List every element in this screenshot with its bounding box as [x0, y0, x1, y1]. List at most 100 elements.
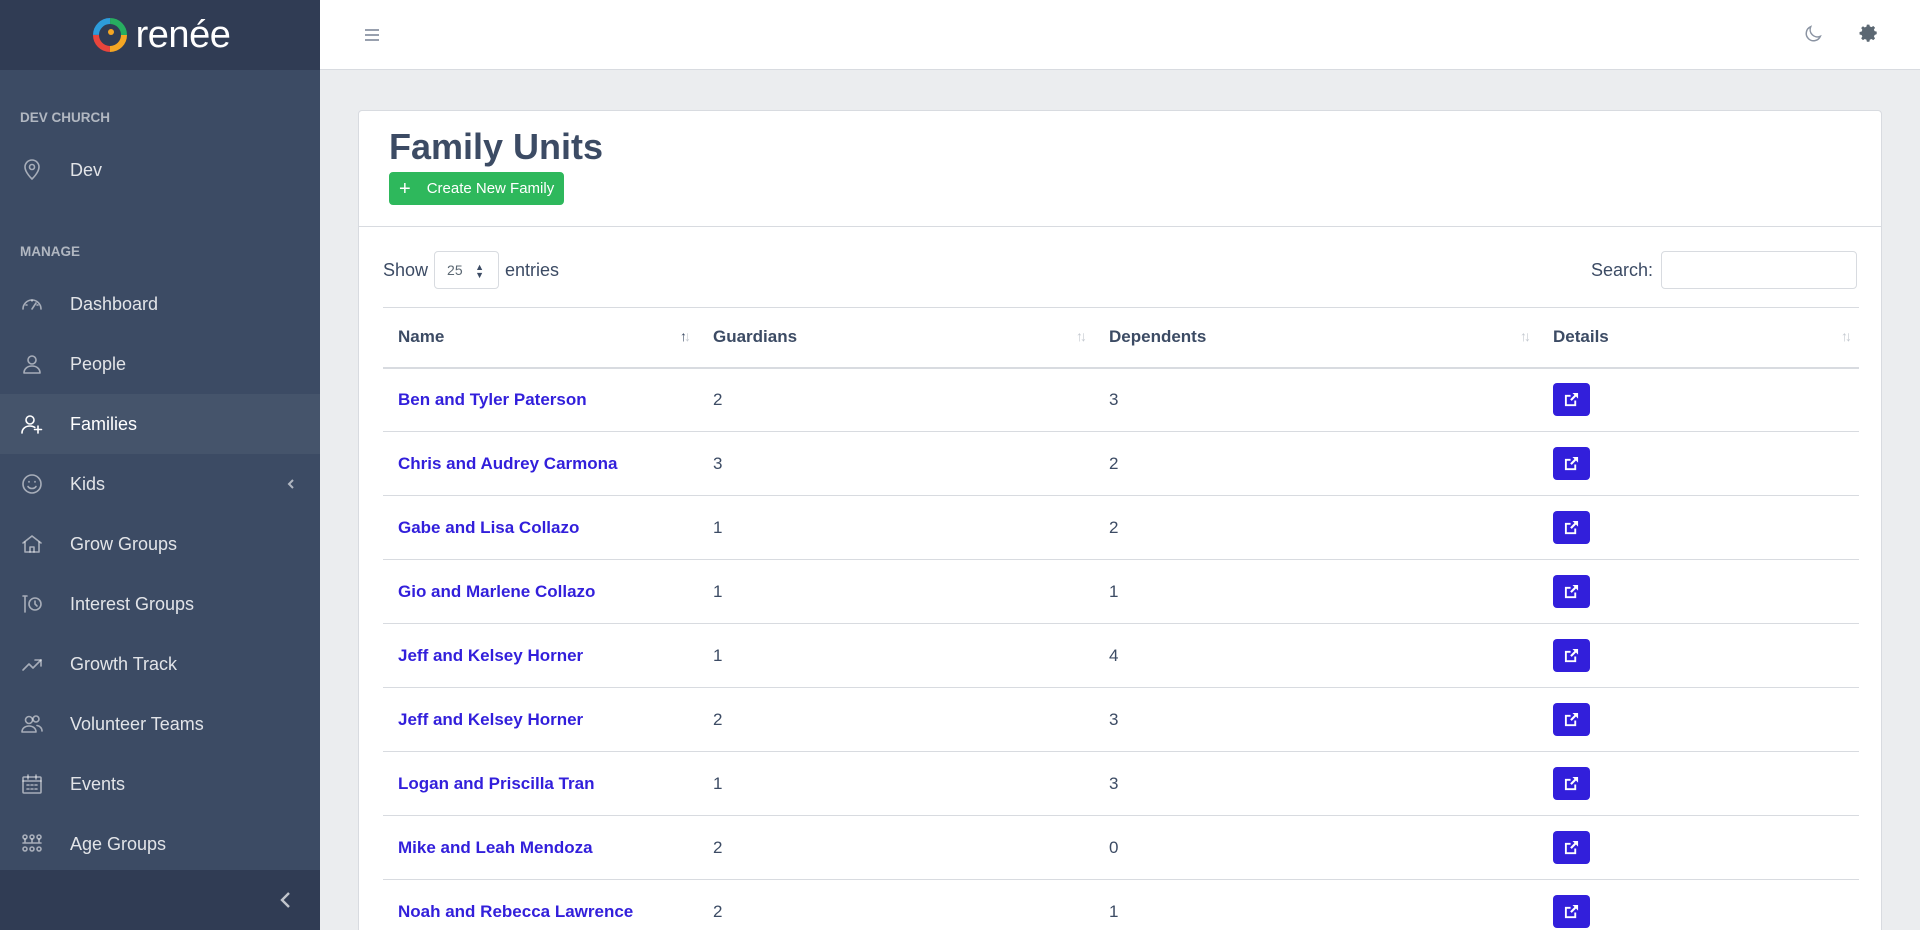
- dependents-count: 0: [1094, 815, 1538, 880]
- brand[interactable]: renée: [0, 0, 320, 70]
- sitemap-icon: [20, 832, 50, 856]
- sidebar-item-label: Families: [70, 413, 138, 434]
- sidebar-item-kids[interactable]: Kids: [0, 454, 320, 514]
- external-link-icon: [1564, 648, 1579, 663]
- create-new-family-button[interactable]: + Create New Family: [389, 172, 565, 205]
- sidebar-item-label: Age Groups: [70, 833, 167, 854]
- family-name-link[interactable]: Ben and Tyler Paterson: [383, 367, 698, 432]
- sidebar-item-label: Kids: [70, 473, 106, 494]
- open-details-button[interactable]: [1553, 511, 1590, 544]
- column-header-dependents[interactable]: Dependents ↑↓: [1094, 307, 1538, 369]
- sort-icon: ↑↓: [1520, 328, 1531, 344]
- column-label: Name: [398, 327, 445, 347]
- sidebar-item-grow-groups[interactable]: Grow Groups: [0, 514, 320, 574]
- column-header-name[interactable]: Name ↑↓: [383, 307, 698, 369]
- create-button-label: Create New Family: [426, 180, 555, 197]
- family-name-link[interactable]: Jeff and Kelsey Horner: [383, 623, 698, 688]
- sort-asc-icon: ↑↓: [680, 328, 691, 344]
- families-table: Name ↑↓ Guardians ↑↓ Dependents ↑↓ Details ↑…: [383, 307, 1859, 930]
- chevron-left-icon: [280, 892, 290, 908]
- table-row: Noah and Rebecca Lawrence 2 1: [383, 879, 1859, 930]
- sidebar-item-dev[interactable]: Dev: [0, 140, 320, 200]
- open-details-button[interactable]: [1553, 575, 1590, 608]
- details-cell: [1538, 431, 1859, 496]
- guardians-count: 1: [698, 495, 1094, 560]
- open-details-button[interactable]: [1553, 447, 1590, 480]
- sidebar-item-age-groups[interactable]: Age Groups: [0, 814, 320, 874]
- dependents-count: 3: [1094, 367, 1538, 432]
- details-cell: [1538, 687, 1859, 752]
- dependents-count: 2: [1094, 431, 1538, 496]
- sidebar-item-families[interactable]: Families: [0, 394, 320, 454]
- hamburger-icon[interactable]: [360, 23, 384, 47]
- guardians-count: 2: [698, 687, 1094, 752]
- family-name-link[interactable]: Gabe and Lisa Collazo: [383, 495, 698, 560]
- open-details-button[interactable]: [1553, 703, 1590, 736]
- guardians-count: 2: [698, 815, 1094, 880]
- dependents-count: 4: [1094, 623, 1538, 688]
- guardians-count: 2: [698, 879, 1094, 930]
- sidebar-item-label: Grow Groups: [70, 533, 178, 554]
- calendar-icon: [20, 772, 50, 796]
- external-link-icon: [1564, 520, 1579, 535]
- external-link-icon: [1564, 776, 1579, 791]
- select-arrows-icon: ▲ ▼: [475, 262, 485, 280]
- column-header-guardians[interactable]: Guardians ↑↓: [698, 307, 1094, 369]
- family-name-link[interactable]: Jeff and Kelsey Horner: [383, 687, 698, 752]
- family-name-link[interactable]: Chris and Audrey Carmona: [383, 431, 698, 496]
- open-details-button[interactable]: [1553, 639, 1590, 672]
- user-icon: [20, 352, 50, 376]
- family-name-link[interactable]: Gio and Marlene Collazo: [383, 559, 698, 624]
- family-units-card: Family Units + Create New Family Show 25…: [358, 110, 1882, 930]
- sidebar-item-label: Dev: [70, 159, 103, 180]
- card-header: Family Units + Create New Family: [359, 111, 1881, 227]
- sidebar: renée DEV CHURCH Dev MANAGE Dashboard Pe…: [0, 0, 320, 930]
- sidebar-item-dashboard[interactable]: Dashboard: [0, 274, 320, 334]
- family-name-link[interactable]: Logan and Priscilla Tran: [383, 751, 698, 816]
- sidebar-item-people[interactable]: People: [0, 334, 320, 394]
- gear-icon[interactable]: [1858, 23, 1882, 47]
- sidebar-item-label: Growth Track: [70, 653, 178, 674]
- external-link-icon: [1564, 904, 1579, 919]
- page-length-select[interactable]: 25 ▲ ▼: [434, 251, 500, 289]
- table-header-row: Name ↑↓ Guardians ↑↓ Dependents ↑↓ Details ↑…: [383, 307, 1859, 369]
- open-details-button[interactable]: [1553, 895, 1590, 928]
- sidebar-item-label: Dashboard: [70, 293, 159, 314]
- column-label: Details: [1553, 327, 1609, 347]
- table-row: Jeff and Kelsey Horner 1 4: [383, 623, 1859, 688]
- open-details-button[interactable]: [1553, 383, 1590, 417]
- details-cell: [1538, 559, 1859, 624]
- column-header-details[interactable]: Details ↑↓: [1538, 307, 1859, 369]
- external-link-icon: [1564, 456, 1579, 471]
- page-length-value: 25: [447, 262, 463, 278]
- table-row: Gio and Marlene Collazo 1 1: [383, 559, 1859, 624]
- sidebar-item-volunteer-teams[interactable]: Volunteer Teams: [0, 694, 320, 754]
- details-cell: [1538, 495, 1859, 560]
- open-details-button[interactable]: [1553, 767, 1590, 800]
- location-pin-icon: [20, 158, 50, 182]
- family-name-link[interactable]: Mike and Leah Mendoza: [383, 815, 698, 880]
- external-link-icon: [1564, 584, 1579, 599]
- details-cell: [1538, 751, 1859, 816]
- user-plus-icon: [20, 412, 50, 436]
- details-cell: [1538, 815, 1859, 880]
- nav-section-title: MANAGE: [20, 244, 80, 259]
- sidebar-minimizer-button[interactable]: [0, 870, 320, 930]
- entries-label: entries: [505, 259, 560, 280]
- guardians-count: 3: [698, 431, 1094, 496]
- sidebar-item-interest-groups[interactable]: Interest Groups: [0, 574, 320, 634]
- family-name-link[interactable]: Noah and Rebecca Lawrence: [383, 879, 698, 930]
- nav-section-title: DEV CHURCH: [20, 110, 111, 125]
- search-label: Search:: [1590, 259, 1653, 280]
- moon-icon[interactable]: [1802, 23, 1826, 47]
- sort-icon: ↑↓: [1841, 328, 1852, 344]
- search-input[interactable]: [1661, 251, 1857, 289]
- guardians-count: 1: [698, 623, 1094, 688]
- sidebar-item-events[interactable]: Events: [0, 754, 320, 814]
- chevron-left-icon[interactable]: [282, 475, 300, 493]
- guardians-count: 2: [698, 367, 1094, 432]
- sidebar-item-growth-track[interactable]: Growth Track: [0, 634, 320, 694]
- open-details-button[interactable]: [1553, 831, 1590, 864]
- table-row: Mike and Leah Mendoza 2 0: [383, 815, 1859, 880]
- sidebar-item-label: Events: [70, 773, 126, 794]
